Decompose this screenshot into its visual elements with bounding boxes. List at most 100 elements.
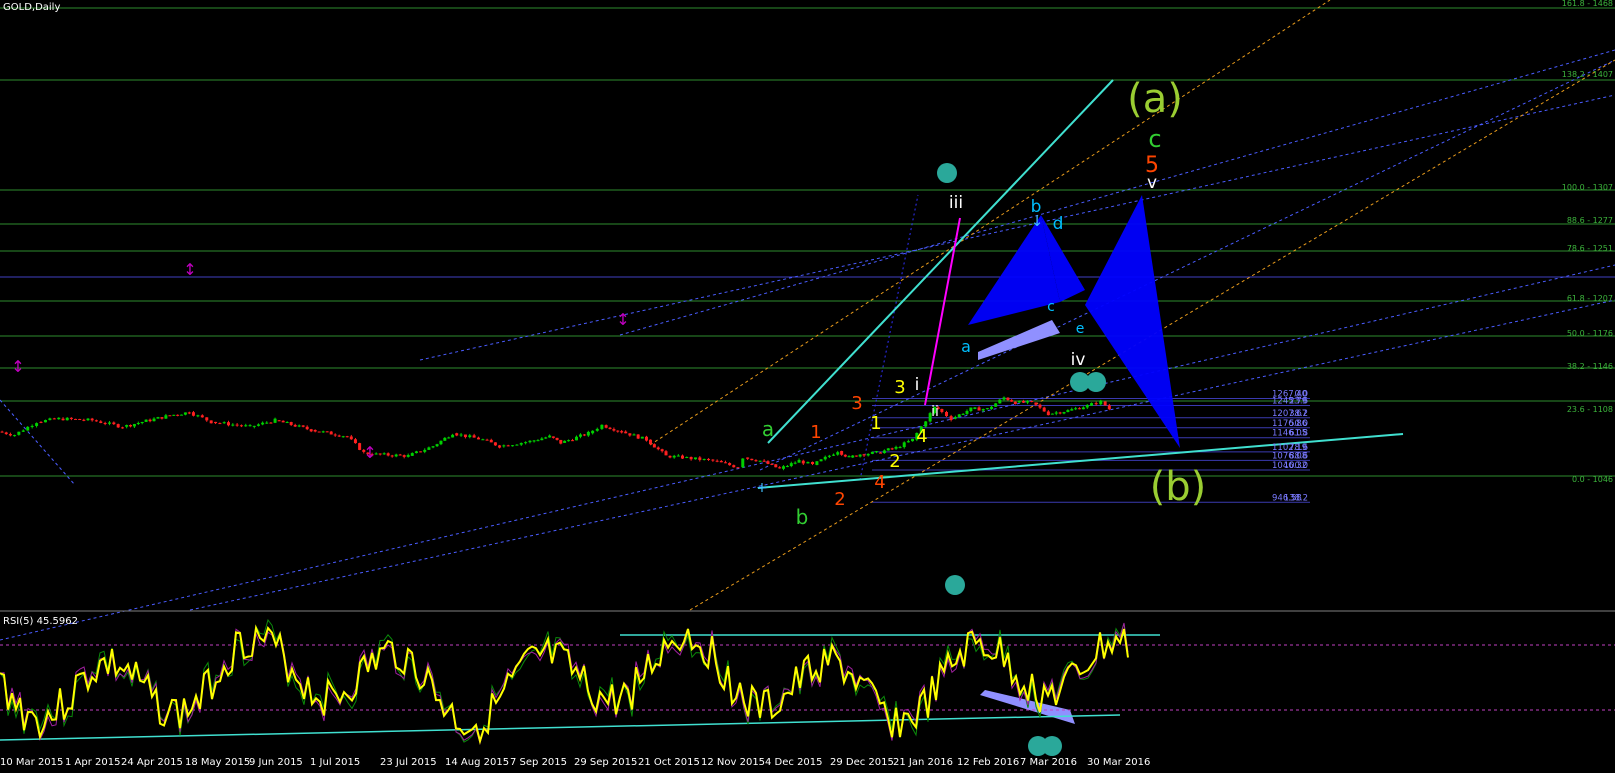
candle-body <box>463 434 467 438</box>
wave-label: 4 <box>916 426 927 447</box>
candle-body <box>746 457 750 459</box>
candle-body <box>949 416 953 420</box>
candle-body <box>894 446 898 449</box>
candle-body <box>719 460 723 463</box>
candle-body <box>571 440 575 442</box>
candle-body <box>419 451 423 453</box>
teal-dot-marker <box>1086 372 1106 392</box>
candle-body <box>0 431 4 433</box>
candle-body <box>1103 401 1107 406</box>
candle-body <box>789 463 793 467</box>
candle-body <box>774 464 778 468</box>
candle-body <box>660 449 664 452</box>
candle-body <box>973 407 977 409</box>
wave-label: 3 <box>851 393 862 414</box>
candle-body <box>898 447 902 449</box>
fractal-arrow-icon: ↕ <box>363 443 376 462</box>
candle-body <box>741 458 745 468</box>
candle-body <box>48 418 52 421</box>
candle-body <box>1030 400 1034 402</box>
candle-body <box>103 422 107 424</box>
candle-body <box>8 434 12 436</box>
candle-body <box>256 424 260 426</box>
candle-body <box>341 436 345 438</box>
candle-body <box>591 430 595 434</box>
candle-body <box>685 456 689 458</box>
wave-label: (a) <box>1127 76 1183 122</box>
candle-body <box>125 425 129 427</box>
candle-body <box>762 460 766 462</box>
candle-body <box>785 466 789 468</box>
fib-label-right: 38.2 - 1146 <box>1567 362 1613 371</box>
candle-body <box>668 455 672 458</box>
price-chart[interactable]: ↕ ↕ ↕ ↕ + ↓ (a) (b) c 5 v iii b d c e a iv i ii a b 1 2 3 4 3 1 2 4 … <box>0 0 1615 769</box>
rsi-indicator-label: RSI(5) 45.5962 <box>3 616 78 627</box>
candle-body <box>940 408 944 412</box>
candle-body <box>750 458 754 461</box>
candle-body <box>540 438 544 441</box>
candle-body <box>616 430 620 432</box>
candle-body <box>711 459 715 461</box>
candle-body <box>447 437 451 439</box>
candle-body <box>689 456 693 460</box>
candle-body <box>218 423 222 425</box>
candle-body <box>164 415 168 419</box>
candle-body <box>398 454 402 456</box>
candle-body <box>766 461 770 464</box>
candle-body <box>715 460 719 462</box>
candle-body <box>1062 412 1066 414</box>
candle-body <box>707 458 711 460</box>
candle-body <box>160 417 164 419</box>
candle-body <box>608 427 612 430</box>
candle-body <box>672 455 676 458</box>
candle-body <box>180 414 184 416</box>
candle-body <box>628 433 632 436</box>
candle-body <box>390 455 394 457</box>
fib-label-right: 100.0 - 1307 <box>1562 183 1613 192</box>
candle-body <box>410 453 414 456</box>
candle-body <box>13 435 17 437</box>
candle-body <box>819 459 823 462</box>
candle-body <box>1085 404 1089 408</box>
candle-body <box>875 451 879 453</box>
candle-body <box>394 454 398 457</box>
candle-body <box>620 431 624 433</box>
candle-body <box>832 454 836 456</box>
fib-label-price: 946.58 <box>1272 493 1302 503</box>
candle-body <box>1010 400 1014 402</box>
candle-body <box>612 429 616 431</box>
candle-body <box>879 452 883 454</box>
candle-body <box>386 453 390 456</box>
candle-body <box>358 443 362 450</box>
candle-body <box>107 422 111 424</box>
x-axis-tick-label: 29 Dec 2015 <box>830 757 894 768</box>
candle-body <box>977 407 981 411</box>
candle-body <box>827 455 831 457</box>
candle-body <box>1013 401 1017 405</box>
candle-body <box>506 445 510 447</box>
candle-body <box>652 444 656 448</box>
chart-canvas[interactable]: ↕↕↕↕+↓ (a)(b)c5viii bdceaiviiiab12343124 … <box>0 0 1615 769</box>
candle-body <box>78 418 82 420</box>
candle-body <box>1046 411 1050 416</box>
candle-body <box>1107 405 1111 410</box>
candle-body <box>656 447 660 450</box>
plus-icon: + <box>756 480 768 496</box>
candle-body <box>536 440 540 442</box>
candle-body <box>94 420 98 422</box>
candle-body <box>269 422 273 424</box>
candle-body <box>586 431 590 436</box>
candle-body <box>57 417 61 420</box>
candle-body <box>676 455 680 457</box>
candle-body <box>148 419 152 422</box>
candle-body <box>90 418 94 421</box>
candle-body <box>439 440 443 445</box>
candle-body <box>121 427 125 429</box>
x-axis-tick-label: 18 May 2015 <box>185 757 250 768</box>
x-axis-tick-label: 21 Jan 2016 <box>893 757 953 768</box>
candle-body <box>728 463 732 466</box>
candle-body <box>313 429 317 432</box>
wave-label: 2 <box>834 489 845 510</box>
wave-label: b <box>1031 197 1042 217</box>
x-axis-tick-label: 10 Mar 2015 <box>0 757 63 768</box>
